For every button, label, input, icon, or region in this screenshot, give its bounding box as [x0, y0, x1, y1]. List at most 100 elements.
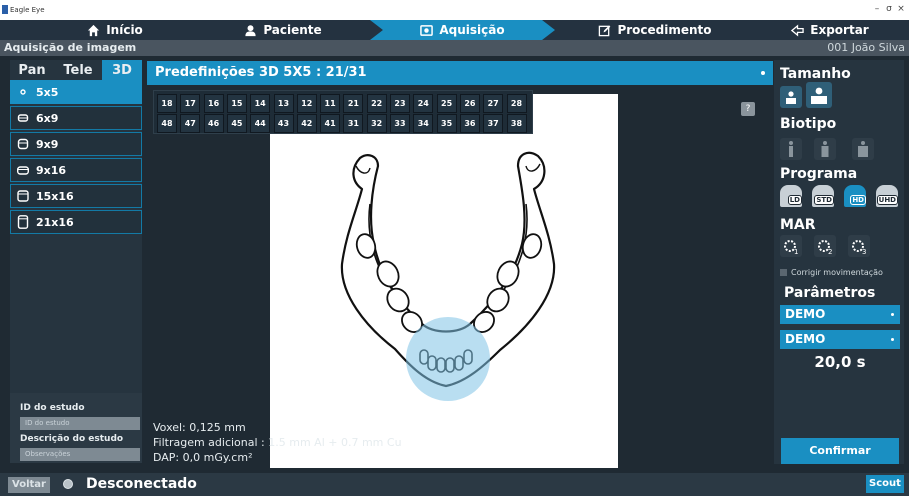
- tooth-button[interactable]: 34: [413, 114, 434, 133]
- gear-icon: 1: [784, 240, 798, 255]
- volume-15x16[interactable]: 15x16: [10, 184, 142, 208]
- dap-info: DAP: 0,0 mGy.cm²: [153, 451, 253, 464]
- tooth-button[interactable]: 48: [157, 114, 177, 133]
- nav-tab-label: Início: [106, 23, 143, 37]
- program-uhd-button[interactable]: UHD: [876, 185, 898, 207]
- tooth-button[interactable]: 18: [157, 94, 177, 113]
- nav-tab-paciente[interactable]: Paciente: [218, 20, 348, 40]
- mar-level-1-button[interactable]: 1: [780, 235, 802, 257]
- nav-tab-label: Aquisição: [439, 23, 505, 37]
- help-button[interactable]: ?: [741, 102, 755, 116]
- tooth-button[interactable]: 17: [180, 94, 201, 113]
- tooth-button[interactable]: 13: [273, 94, 294, 113]
- edit-icon: [599, 24, 611, 36]
- volume-label: 9x9: [36, 137, 59, 151]
- study-id-input[interactable]: ID do estudo: [20, 417, 140, 430]
- svg-text:1: 1: [794, 248, 798, 255]
- scout-button[interactable]: Scout: [866, 475, 904, 493]
- size-small-button[interactable]: [780, 86, 802, 108]
- tooth-button[interactable]: 36: [459, 114, 480, 133]
- tooth-button[interactable]: 27: [483, 94, 504, 113]
- study-description-label: Descrição do estudo: [20, 434, 124, 444]
- program-label: HD: [850, 195, 866, 205]
- volume-6x9[interactable]: 6x9: [10, 106, 142, 130]
- nav-tab-label: Procedimento: [617, 23, 712, 37]
- exposure-time: 20,0 s: [814, 353, 866, 371]
- cylinder-icon: [17, 138, 29, 150]
- preset-dropdown[interactable]: Predefinições 3D 5X5 : 21/31: [147, 61, 773, 85]
- person-large-icon: [811, 87, 827, 104]
- study-id-label: ID do estudo: [20, 403, 85, 413]
- volume-5x5[interactable]: 5x5: [10, 80, 142, 104]
- size-large-button[interactable]: [806, 82, 832, 108]
- tooth-button[interactable]: 42: [296, 114, 317, 133]
- parameter-2-dropdown[interactable]: DEMO: [780, 330, 900, 349]
- biotype-large-button[interactable]: [852, 138, 874, 160]
- tooth-button[interactable]: 43: [273, 114, 294, 133]
- image-viewer[interactable]: [270, 94, 618, 468]
- biotype-medium-button[interactable]: [814, 138, 836, 160]
- tooth-button[interactable]: 31: [343, 114, 364, 133]
- tooth-button[interactable]: 32: [366, 114, 387, 133]
- program-label: UHD: [876, 195, 898, 205]
- tab-3d[interactable]: 3D: [102, 60, 142, 80]
- close-button[interactable]: ×: [895, 4, 907, 14]
- study-info-panel: ID do estudo ID do estudo Descrição do e…: [10, 393, 142, 463]
- mar-level-2-button[interactable]: 2: [814, 235, 836, 257]
- minimize-button[interactable]: –: [871, 4, 883, 14]
- motion-correction-toggle[interactable]: Corrigir movimentação: [780, 268, 883, 277]
- program-hd-button[interactable]: HD: [844, 185, 866, 207]
- nav-tab-procedimento[interactable]: Procedimento: [580, 20, 730, 40]
- checkbox[interactable]: [780, 269, 787, 276]
- export-icon: [791, 23, 804, 37]
- patient-name: 001 João Silva: [827, 41, 905, 54]
- tooth-button[interactable]: 21: [343, 94, 364, 113]
- nav-tab-label: Paciente: [263, 23, 322, 37]
- filter-info: Filtragem adicional : 1.5 mm Al + 0.7 mm…: [153, 436, 402, 449]
- page-title: Aquisição de imagem: [4, 41, 137, 54]
- nav-tab-exportar[interactable]: Exportar: [775, 20, 885, 40]
- maximize-button[interactable]: σ: [883, 4, 895, 14]
- tooth-button[interactable]: 15: [226, 94, 247, 113]
- volume-9x16[interactable]: 9x16: [10, 158, 142, 182]
- dropdown-indicator-icon: [761, 71, 765, 75]
- volume-label: 6x9: [36, 111, 59, 125]
- tab-tele[interactable]: Tele: [54, 60, 102, 80]
- volume-21x16[interactable]: 21x16: [10, 210, 142, 234]
- tooth-button[interactable]: 25: [436, 94, 457, 113]
- tooth-button[interactable]: 16: [203, 94, 224, 113]
- gear-icon: 3: [852, 240, 866, 255]
- tooth-button[interactable]: 38: [506, 114, 527, 133]
- tooth-button[interactable]: 35: [436, 114, 457, 133]
- tooth-button[interactable]: 37: [483, 114, 504, 133]
- study-description-input[interactable]: Observações: [20, 448, 140, 461]
- program-ld-button[interactable]: LD: [780, 185, 802, 207]
- tooth-button[interactable]: 14: [250, 94, 271, 113]
- mar-level-3-button[interactable]: 3: [848, 235, 870, 257]
- page-header: Aquisição de imagem 001 João Silva: [0, 40, 909, 56]
- tooth-button[interactable]: 26: [459, 94, 480, 113]
- tooth-button[interactable]: 41: [320, 114, 341, 133]
- tooth-button[interactable]: 11: [320, 94, 341, 113]
- volume-9x9[interactable]: 9x9: [10, 132, 142, 156]
- tooth-button[interactable]: 46: [203, 114, 224, 133]
- tooth-button[interactable]: 28: [506, 94, 527, 113]
- tooth-button[interactable]: 47: [180, 114, 201, 133]
- tab-pan[interactable]: Pan: [10, 60, 54, 80]
- confirm-button[interactable]: Confirmar: [781, 438, 899, 464]
- tooth-button[interactable]: 44: [250, 114, 271, 133]
- tooth-button[interactable]: 23: [390, 94, 410, 113]
- mandible-illustration: [340, 151, 556, 401]
- tooth-button[interactable]: 45: [226, 114, 247, 133]
- tooth-button[interactable]: 33: [390, 114, 410, 133]
- tooth-button[interactable]: 22: [366, 94, 387, 113]
- tooth-button[interactable]: 12: [296, 94, 317, 113]
- parameter-1-dropdown[interactable]: DEMO: [780, 305, 900, 324]
- home-icon: [88, 24, 100, 36]
- nav-tab-aquisicao[interactable]: Aquisição: [370, 20, 555, 40]
- tooth-button[interactable]: 24: [413, 94, 434, 113]
- program-std-button[interactable]: STD: [812, 185, 834, 207]
- biotype-slim-button[interactable]: [780, 138, 802, 160]
- back-button[interactable]: Voltar: [8, 477, 50, 493]
- nav-tab-inicio[interactable]: Início: [50, 20, 180, 40]
